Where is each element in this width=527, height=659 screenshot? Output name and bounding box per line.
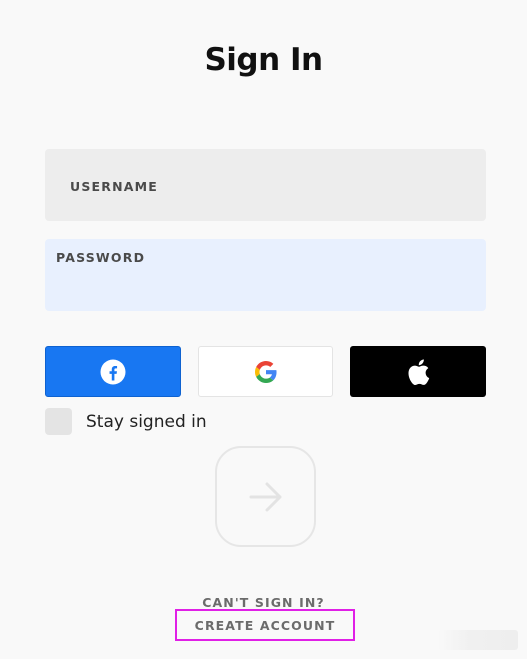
stay-signed-in-row: Stay signed in [45, 408, 207, 435]
username-input[interactable] [45, 149, 486, 221]
stay-signed-in-checkbox[interactable] [45, 408, 72, 435]
password-input[interactable] [45, 239, 486, 311]
google-sign-in-button[interactable] [198, 346, 333, 397]
faded-overlay [438, 630, 518, 650]
facebook-icon [100, 359, 126, 385]
page-title: Sign In [204, 42, 323, 78]
password-field[interactable]: PASSWORD [45, 239, 486, 311]
create-account-link[interactable]: CREATE ACCOUNT [175, 609, 355, 641]
sign-in-page: Sign In USERNAME PASSWORD Stay signed in… [0, 0, 527, 659]
username-field[interactable]: USERNAME [45, 149, 486, 221]
cant-sign-in-link[interactable]: CAN'T SIGN IN? [0, 595, 527, 610]
apple-icon [406, 358, 430, 386]
submit-button[interactable] [215, 446, 316, 547]
apple-sign-in-button[interactable] [350, 346, 486, 397]
facebook-sign-in-button[interactable] [45, 346, 181, 397]
create-account-label: CREATE ACCOUNT [194, 617, 336, 633]
arrow-right-icon [248, 479, 284, 515]
google-icon [254, 360, 277, 383]
stay-signed-in-label[interactable]: Stay signed in [86, 412, 207, 432]
